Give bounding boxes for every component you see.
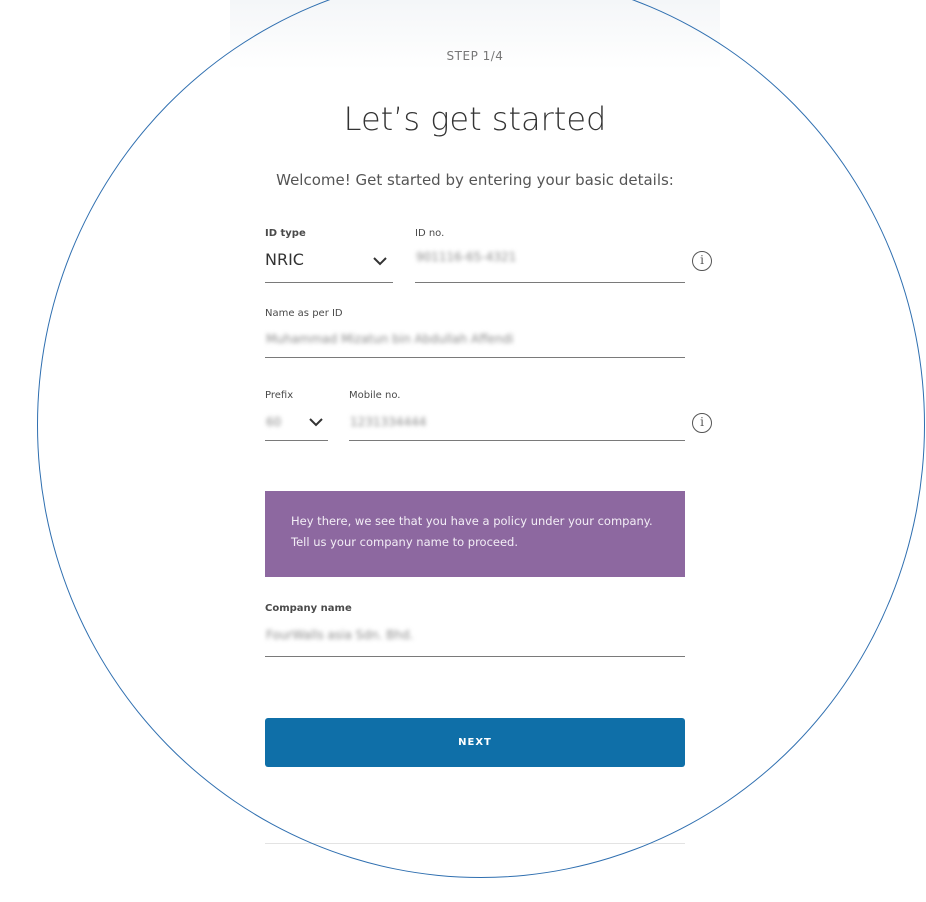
prefix-underline [265,440,328,441]
next-button[interactable]: NEXT [265,718,685,767]
company-policy-notice: Hey there, we see that you have a policy… [265,491,685,577]
name-label: Name as per ID [265,308,343,319]
company-name-value[interactable]: FourWalls asia Sdn. Bhd. [266,628,413,642]
chevron-down-icon[interactable] [308,417,324,427]
id-no-underline [415,282,685,283]
name-value[interactable]: Muhammad Mizatun bin Abdullah Affendi [266,332,513,346]
mobile-value[interactable]: 1231334444 [350,415,426,429]
name-underline [265,357,685,358]
registration-card: STEP 1/4 Let’s get started Welcome! Get … [230,0,720,902]
id-type-underline [265,282,393,283]
id-type-value: NRIC [265,250,304,269]
mobile-label: Mobile no. [349,390,401,401]
info-icon[interactable]: i [692,413,712,433]
bottom-divider [265,843,685,844]
id-type-label: ID type [265,228,306,239]
chevron-down-icon[interactable] [372,256,388,266]
id-no-value[interactable]: 901116-65-4321 [416,250,516,264]
info-icon[interactable]: i [692,251,712,271]
mobile-underline [349,440,685,441]
page-title: Let’s get started [343,100,607,138]
company-name-label: Company name [265,603,352,614]
page-subtitle: Welcome! Get started by entering your ba… [276,171,674,189]
step-indicator: STEP 1/4 [446,49,504,63]
id-no-label: ID no. [415,228,445,239]
prefix-value: 60 [266,415,282,429]
prefix-label: Prefix [265,390,294,401]
company-name-underline [265,656,685,657]
